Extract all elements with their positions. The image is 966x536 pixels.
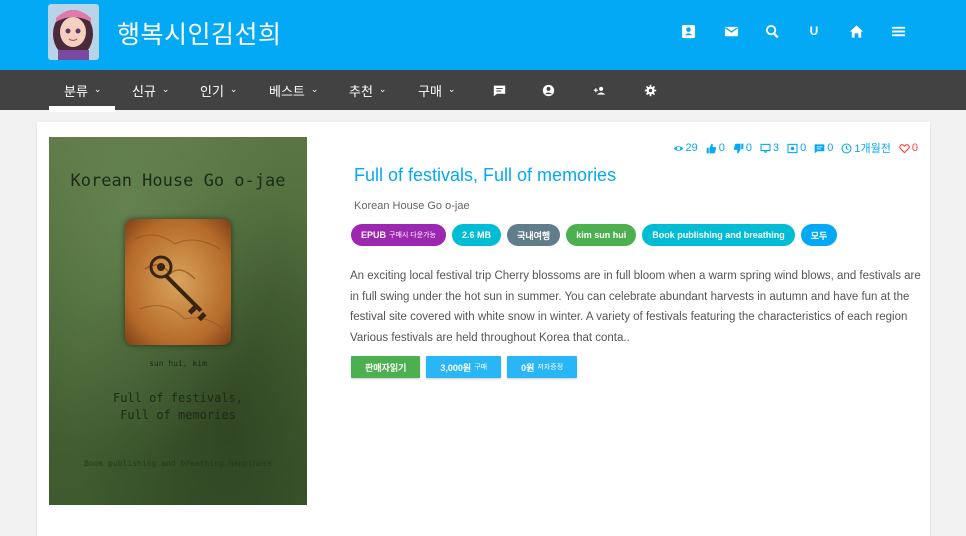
likes-count: 0: [718, 142, 725, 154]
comment-icon: [814, 143, 825, 153]
chevron-down-icon: ⌄: [447, 85, 456, 95]
button-label: 판매자읽기: [365, 362, 407, 373]
book-tags: EPUB 구매시 다운가능 2.6 MB 국내여행 kim sun hui Boo…: [351, 224, 843, 246]
contact-icon[interactable]: [679, 22, 697, 40]
button-sub: 저자증정: [537, 364, 564, 371]
nav-item-recommend[interactable]: 추천 ⌄: [349, 70, 386, 110]
book-cover[interactable]: Korean House Go o-jae sun hui, kim Full …: [49, 137, 307, 505]
tag-author[interactable]: kim sun hui: [566, 224, 637, 246]
views-stat: 29: [673, 142, 698, 154]
nav-label: 구매: [418, 84, 442, 100]
tag-audience[interactable]: 모두: [800, 224, 838, 246]
main-nav: 분류 ⌄ 신규 ⌄ 인기 ⌄ 베스트 ⌄ 추천 ⌄ 구매 ⌄: [0, 70, 966, 112]
mail-icon[interactable]: [722, 22, 740, 40]
nav-label: 인기: [200, 84, 224, 100]
time-stat: 1개월전: [841, 140, 891, 156]
tag-label: Book publishing and breathing: [652, 230, 785, 240]
views-count: 29: [685, 142, 698, 154]
button-sub: 구매: [474, 364, 488, 371]
user-initial: U: [809, 24, 819, 38]
nav-item-category[interactable]: 분류 ⌄: [48, 70, 117, 112]
chevron-down-icon: ⌄: [310, 85, 319, 95]
eye-icon: [673, 145, 683, 151]
tag-label: 국내여행: [517, 230, 551, 241]
button-label: 0원: [521, 362, 535, 373]
chevron-down-icon: ⌄: [93, 85, 102, 95]
cover-author: sun hui, kim: [149, 359, 207, 368]
settings-icon[interactable]: [644, 70, 657, 110]
comment-icon[interactable]: [493, 70, 506, 110]
search-icon[interactable]: [763, 22, 781, 40]
hearts-count: 0: [911, 142, 918, 154]
site-title[interactable]: 행복시인김선희: [117, 15, 282, 51]
thumbs-down-icon: [733, 143, 744, 153]
nav-label: 신규: [132, 84, 156, 100]
book-description: An exciting local festival trip Cherry b…: [350, 270, 921, 344]
downloads-count: 0: [800, 142, 807, 154]
tag-format[interactable]: EPUB 구매시 다운가능: [351, 224, 447, 246]
nav-item-best[interactable]: 베스트 ⌄: [269, 70, 318, 110]
downloads-stat: 0: [787, 142, 806, 154]
download-icon: [787, 143, 798, 153]
comments-count: 0: [827, 142, 834, 154]
tag-label: 모두: [810, 230, 828, 241]
menu-icon[interactable]: [889, 22, 907, 40]
nav-item-new[interactable]: 신규 ⌄: [132, 70, 169, 110]
heart-icon: [899, 143, 910, 153]
nav-item-popular[interactable]: 인기 ⌄: [200, 70, 237, 110]
book-author[interactable]: Korean House Go o-jae: [354, 200, 470, 212]
monitor-icon: [760, 143, 771, 153]
cover-subtitle-line2: Full of memories: [120, 408, 236, 422]
chevron-down-icon: ⌄: [161, 85, 170, 95]
nav-label: 추천: [349, 84, 373, 100]
nav-label: 베스트: [269, 84, 305, 100]
top-header: 행복시인김선희 U: [0, 0, 966, 70]
tag-label: 2.6 MB: [462, 230, 492, 240]
hearts-stat[interactable]: 0: [899, 142, 918, 154]
comments-stat: 0: [814, 142, 833, 154]
book-card: Korean House Go o-jae sun hui, kim Full …: [37, 122, 930, 536]
likes-stat[interactable]: 0: [706, 142, 725, 154]
cover-title: Korean House Go o-jae: [70, 171, 286, 191]
tag-category[interactable]: 국내여행: [507, 224, 561, 246]
screens-count: 3: [773, 142, 780, 154]
cover-subtitle-line1: Full of festivals,: [112, 391, 244, 405]
dislikes-stat[interactable]: 0: [733, 142, 752, 154]
button-label: 3,000원: [440, 362, 472, 373]
chevron-down-icon: ⌄: [378, 85, 387, 95]
tag-publisher[interactable]: Book publishing and breathing: [642, 224, 795, 246]
thumbs-up-icon: [706, 143, 716, 153]
book-stats: 29 0 0 3 0 0 1개월전 0: [665, 140, 918, 156]
home-icon[interactable]: [847, 22, 865, 40]
action-buttons: 판매자읽기 3,000원 구매 0원 저자증정: [351, 356, 583, 378]
follow-icon[interactable]: [593, 70, 606, 110]
nav-item-purchase[interactable]: 구매 ⌄: [418, 70, 455, 110]
tag-size[interactable]: 2.6 MB: [452, 224, 502, 246]
key-map-illustration: [125, 219, 231, 345]
site-avatar[interactable]: [48, 4, 99, 60]
purchase-button[interactable]: 3,000원 구매: [426, 356, 502, 378]
clock-icon: [841, 143, 852, 153]
user-icon[interactable]: U: [805, 22, 823, 40]
author-gift-button[interactable]: 0원 저자증정: [507, 356, 578, 378]
account-icon[interactable]: [542, 70, 555, 110]
dislikes-count: 0: [745, 142, 753, 154]
cover-publisher: Book publishing and breathing happiness: [84, 459, 272, 468]
tag-label: EPUB: [361, 230, 387, 240]
time-ago: 1개월전: [854, 143, 891, 155]
tag-sub: 구매시 다운가능: [389, 232, 437, 239]
nav-label: 분류: [64, 84, 88, 100]
seller-read-button[interactable]: 판매자읽기: [351, 356, 421, 378]
tag-label: kim sun hui: [576, 230, 627, 240]
book-title[interactable]: Full of festivals, Full of memories: [354, 165, 616, 186]
chevron-down-icon: ⌄: [229, 85, 238, 95]
screens-stat: 3: [760, 142, 779, 154]
